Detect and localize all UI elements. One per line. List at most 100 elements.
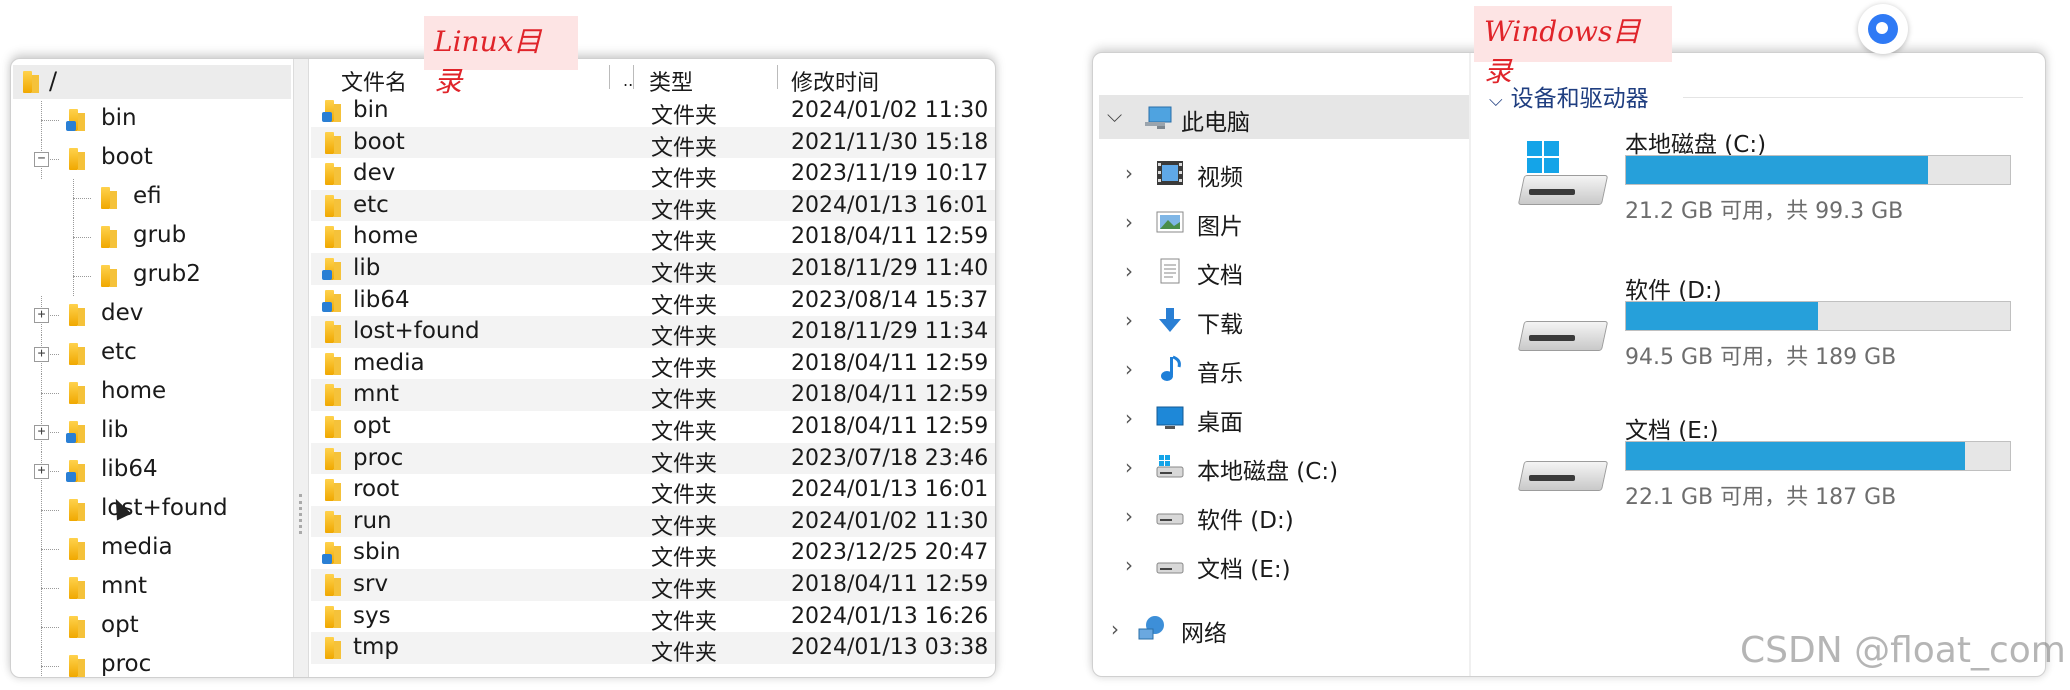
floating-assistant-button[interactable] [1858, 4, 1908, 54]
file-row[interactable]: mnt 文件夹 2018/04/11 12:59 [311, 379, 995, 413]
splitter-grip[interactable] [299, 494, 302, 534]
nav-network[interactable]: › 网络 [1093, 609, 1463, 649]
shortcut-arrow-icon [66, 433, 76, 443]
nav-item[interactable]: › 桌面 [1093, 398, 1463, 438]
expand-icon[interactable]: + [34, 464, 49, 479]
column-separator[interactable] [609, 65, 610, 89]
file-row[interactable]: media 文件夹 2018/04/11 12:59 [311, 348, 995, 382]
nav-item[interactable]: › 文档 (E:) [1093, 545, 1463, 585]
pane-splitter[interactable] [1469, 53, 1471, 676]
list-header: 文件名 .. 类型 修改时间 [311, 59, 995, 97]
column-header-modified[interactable]: 修改时间 [791, 65, 879, 97]
tree-connector [41, 491, 42, 530]
file-row[interactable]: dev 文件夹 2023/11/19 10:17 [311, 158, 995, 192]
drive-name: 本地磁盘 (C:) [1625, 132, 1767, 158]
directory-tree[interactable]: / bin − boot efi grub grub2 + dev + etc home + lib + l… [11, 59, 293, 677]
linux-annotation-tag: Linux目录 [424, 16, 578, 98]
tree-item-etc[interactable]: + etc [11, 335, 291, 374]
tree-root[interactable]: / [13, 65, 291, 99]
folder-link-icon [322, 542, 345, 565]
tree-item-opt[interactable]: opt [11, 608, 291, 647]
nav-item[interactable]: › 下载 [1093, 300, 1463, 340]
file-modified: 2024/01/13 16:01 [791, 192, 989, 218]
chevron-right-icon[interactable]: › [1125, 455, 1133, 479]
file-row[interactable]: lib 文件夹 2018/11/29 11:40 [311, 253, 995, 287]
chevron-right-icon[interactable]: › [1125, 553, 1133, 577]
file-row[interactable]: srv 文件夹 2018/04/11 12:59 [311, 569, 995, 603]
chevron-right-icon[interactable]: › [1125, 161, 1133, 185]
chevron-down-icon[interactable]: ⌵ [1489, 90, 1503, 111]
file-row[interactable]: etc 文件夹 2024/01/13 16:01 [311, 189, 995, 224]
file-row[interactable]: proc 文件夹 2023/07/18 23:46 [311, 442, 995, 477]
file-row[interactable]: root 文件夹 2024/01/13 16:01 [311, 474, 995, 508]
file-row[interactable]: lib64 文件夹 2023/08/14 15:37 [311, 285, 995, 319]
nav-item[interactable]: › 软件 (D:) [1093, 496, 1463, 536]
file-list[interactable]: 文件名 .. 类型 修改时间 bin 文件夹 2024/01/02 11:30 boo… [311, 59, 995, 677]
chevron-right-icon[interactable]: › [1125, 504, 1133, 528]
nav-this-pc[interactable]: ⌵ 此电脑 [1099, 95, 1469, 139]
expand-icon[interactable]: + [34, 425, 49, 440]
tree-item-proc[interactable]: proc [11, 647, 291, 677]
file-row[interactable]: opt 文件夹 2018/04/11 12:59 [311, 411, 995, 445]
tree-connector [73, 257, 74, 296]
pane-splitter[interactable] [293, 59, 309, 677]
collapse-icon[interactable]: − [34, 152, 49, 167]
file-type: 文件夹 [651, 293, 718, 319]
tree-item-lib64[interactable]: + lib64 [11, 452, 291, 491]
drive-icon [1517, 447, 1609, 503]
folder-link-icon [322, 258, 345, 280]
file-row[interactable]: run 文件夹 2024/01/02 11:30 [311, 505, 995, 540]
tree-item-boot[interactable]: − boot [11, 140, 291, 179]
column-separator[interactable] [633, 65, 634, 89]
tree-root-label: / [49, 67, 58, 95]
file-name: sys [353, 602, 391, 629]
tree-item-dev[interactable]: + dev [11, 296, 291, 335]
file-row[interactable]: home 文件夹 2018/04/11 12:59 [311, 221, 995, 255]
file-row[interactable]: boot 文件夹 2021/11/30 15:18 [311, 126, 995, 161]
drive-name: 文档 (E:) [1625, 418, 1719, 444]
tree-item-grub[interactable]: grub [11, 218, 291, 257]
chevron-right-icon[interactable]: › [1111, 617, 1119, 641]
chevron-right-icon[interactable]: › [1125, 357, 1133, 381]
nav-item[interactable]: › 音乐 [1093, 349, 1463, 389]
drive-tile[interactable]: 软件 (D:) 94.5 GB 可用，共 189 GB [1513, 271, 2013, 381]
expand-icon[interactable]: + [34, 308, 49, 323]
tree-item-mnt[interactable]: mnt [11, 569, 291, 608]
tree-item-grub2[interactable]: grub2 [11, 257, 291, 296]
column-header-type[interactable]: 类型 [649, 65, 693, 97]
expand-icon[interactable]: + [34, 347, 49, 362]
column-header-name[interactable]: 文件名 [341, 65, 407, 97]
chevron-right-icon[interactable]: › [1125, 308, 1133, 332]
chevron-right-icon[interactable]: › [1125, 259, 1133, 283]
tree-item-lib[interactable]: + lib [11, 413, 291, 452]
file-row[interactable]: lost+found 文件夹 2018/11/29 11:34 [311, 316, 995, 350]
section-header[interactable]: ⌵ 设备和驱动器 [1489, 79, 1649, 113]
tree-item-home[interactable]: home [11, 374, 291, 413]
folder-icon [325, 352, 345, 375]
drive-tile[interactable]: 文档 (E:) 22.1 GB 可用，共 187 GB [1513, 411, 2013, 521]
file-row[interactable]: bin 文件夹 2024/01/02 11:30 [311, 95, 995, 129]
drive-tile[interactable]: 本地磁盘 (C:) 21.2 GB 可用，共 99.3 GB [1513, 125, 2013, 235]
nav-item[interactable]: › 图片 [1093, 202, 1463, 242]
navigation-pane[interactable]: ⌵ 此电脑 › 视频 › 图片 › 文档 › 下载 › 音乐 › 桌面 › 本地磁盘 (C:) › 软件 (D… [1093, 53, 1469, 676]
file-row[interactable]: sbin 文件夹 2023/12/25 20:47 [311, 537, 995, 571]
nav-item[interactable]: › 视频 [1093, 153, 1463, 193]
nav-item[interactable]: › 文档 [1093, 251, 1463, 291]
tree-item-media[interactable]: media [11, 530, 291, 569]
folder-link-icon [322, 100, 345, 122]
tree-item-label: lib64 [101, 456, 158, 482]
nav-item[interactable]: › 本地磁盘 (C:) [1093, 447, 1463, 487]
file-row[interactable]: sys 文件夹 2024/01/13 16:26 [311, 601, 995, 635]
tree-item-label: grub2 [133, 261, 201, 287]
file-name: run [353, 507, 392, 534]
chevron-right-icon[interactable]: › [1125, 210, 1133, 234]
file-row[interactable]: tmp 文件夹 2024/01/13 03:38 [311, 632, 995, 666]
column-separator[interactable] [777, 65, 778, 89]
folder-icon [325, 321, 345, 344]
chevron-down-icon[interactable]: ⌵ [1107, 103, 1122, 127]
tree-item-lost-found[interactable]: lost+found [11, 491, 291, 530]
tree-item-bin[interactable]: bin [11, 101, 291, 140]
tree-item-efi[interactable]: efi [11, 179, 291, 218]
chevron-right-icon[interactable]: › [1125, 406, 1133, 430]
folder-link-icon [66, 109, 89, 131]
